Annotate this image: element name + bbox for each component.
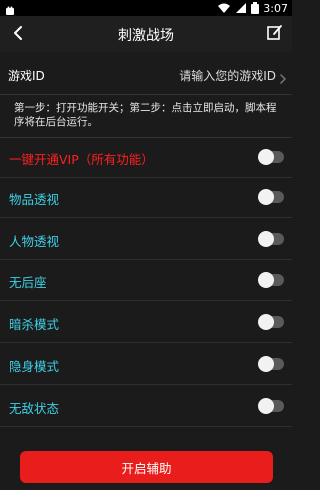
feature-label-vip: 一键开通VIP（所有功能） [9, 152, 154, 167]
edit-icon [266, 23, 284, 45]
feature-row-item-esp[interactable]: 物品透视 [0, 177, 292, 218]
toggle-knob [258, 398, 274, 414]
game-id-input[interactable]: 请输入您的游戏ID [179, 67, 276, 84]
feature-row-invincible[interactable]: 无敌状态 [0, 386, 292, 427]
toggle-knob [258, 231, 274, 247]
start-assist-button[interactable]: 开启辅助 [20, 451, 273, 483]
wifi-icon [217, 0, 231, 18]
chevron-right-icon [279, 69, 287, 84]
toggle-assassin-mode[interactable] [258, 314, 284, 330]
battery-icon [251, 0, 260, 18]
toggle-item-esp[interactable] [258, 189, 284, 205]
instructions-text: 第一步：打开功能开关；第二步：点击立即启动，脚本程序将在后台运行。 [14, 102, 277, 128]
toggle-knob [258, 356, 274, 372]
feature-row-no-recoil[interactable]: 无后座 [0, 260, 292, 301]
toggle-player-esp[interactable] [258, 231, 284, 247]
status-time: 3:07 [263, 1, 288, 15]
top-app-bar: 刺激战场 [0, 16, 292, 52]
feature-label-player-esp: 人物透视 [9, 234, 60, 249]
feature-label-no-recoil: 无后座 [9, 275, 47, 290]
start-assist-label: 开启辅助 [121, 460, 172, 476]
signal-icon [235, 0, 247, 18]
toggle-stealth-mode[interactable] [258, 356, 284, 372]
feature-row-player-esp[interactable]: 人物透视 [0, 219, 292, 260]
toggle-no-recoil[interactable] [258, 272, 284, 288]
game-id-row[interactable]: 游戏ID 请输入您的游戏ID [0, 56, 292, 95]
feature-label-invincible: 无敌状态 [9, 401, 60, 416]
page-title: 刺激战场 [118, 28, 174, 44]
feature-row-vip[interactable]: 一键开通VIP（所有功能） [0, 137, 292, 178]
feature-row-stealth-mode[interactable]: 隐身模式 [0, 344, 292, 385]
status-icons: 3:07 [217, 0, 288, 16]
edit-button[interactable] [262, 21, 288, 47]
toggle-invincible[interactable] [258, 398, 284, 414]
game-id-label: 游戏ID [8, 69, 45, 83]
feature-row-assassin-mode[interactable]: 暗杀模式 [0, 302, 292, 343]
toggle-knob [258, 272, 274, 288]
toggle-knob [258, 149, 274, 165]
toggle-knob [258, 189, 274, 205]
android-icon [4, 1, 16, 15]
feature-label-stealth-mode: 隐身模式 [9, 359, 60, 374]
toggle-knob [258, 314, 274, 330]
feature-label-assassin-mode: 暗杀模式 [9, 317, 60, 332]
toggle-vip[interactable] [258, 149, 284, 165]
feature-label-item-esp: 物品透视 [9, 192, 60, 207]
status-bar: 3:07 [0, 0, 292, 16]
